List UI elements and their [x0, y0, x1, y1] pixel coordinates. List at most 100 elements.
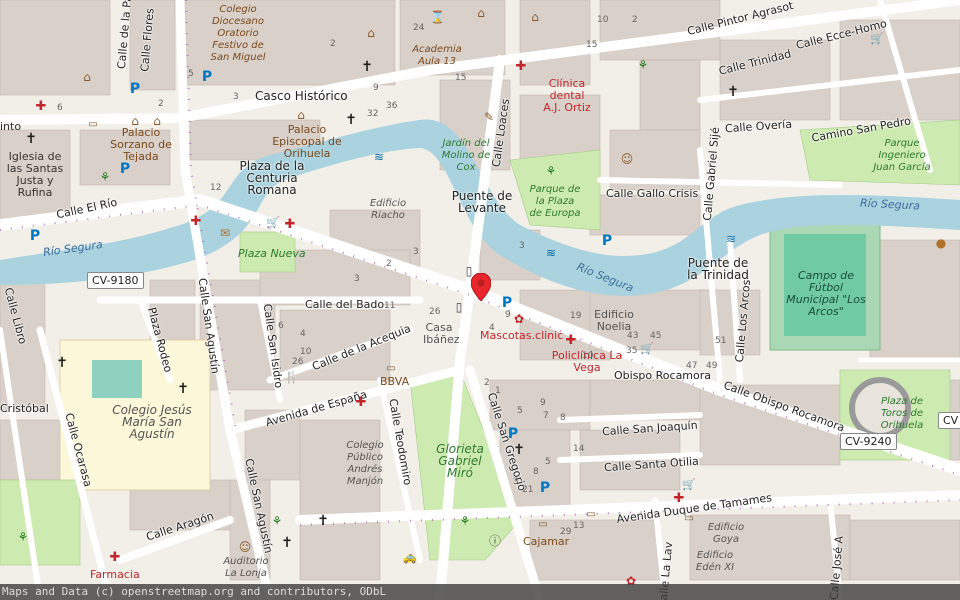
- house-number: 2: [632, 15, 638, 25]
- building-label: Palacio Episcopal de Orihuela: [272, 123, 342, 160]
- house-number: 1: [495, 386, 501, 396]
- church-icon: ✝: [513, 442, 525, 458]
- church-icon: ✝: [281, 535, 293, 551]
- house-number: 9: [505, 310, 511, 320]
- pharmacy-icon: ✚: [673, 491, 685, 506]
- place-label: Casco Histórico: [255, 89, 348, 103]
- house-number: 3: [233, 92, 239, 102]
- pharmacy-icon: ✚: [190, 214, 202, 229]
- shop-icon: 🛒: [266, 216, 280, 229]
- house-number: 8: [560, 413, 566, 423]
- veterinary-icon: ✿: [513, 312, 525, 326]
- building-label: Colegio Jesús María San Agustín: [112, 403, 192, 441]
- playground-icon: ⚘: [17, 530, 29, 544]
- church-icon: ✝: [361, 59, 373, 75]
- traffic-signal-icon: ▯: [455, 300, 463, 314]
- house-number: 6: [278, 321, 284, 331]
- pharmacy-icon: ✚: [565, 333, 577, 348]
- house-number: 26: [429, 307, 441, 317]
- building-label: Iglesia de las Santas Justa y Rufina: [6, 150, 64, 199]
- building-label: Edificio Goya: [707, 522, 745, 545]
- house-number: 13: [573, 521, 585, 531]
- street-label: Calle Gallo Crisis: [606, 187, 699, 200]
- church-icon: ✝: [317, 513, 329, 529]
- house-number: 47: [686, 361, 698, 371]
- museum-icon: ⌂: [297, 108, 305, 122]
- museum-icon: ⌂: [153, 114, 161, 128]
- house-number: 12: [210, 183, 222, 193]
- pharmacy-icon: ✚: [284, 217, 296, 232]
- house-number: 29: [560, 527, 572, 537]
- house-number: 11: [384, 301, 396, 311]
- house-number: 32: [367, 109, 379, 119]
- house-number: 15: [455, 73, 467, 83]
- church-icon: ✝: [345, 112, 357, 128]
- fountain-icon: ≋: [545, 246, 557, 260]
- post-office-icon: ✉: [219, 226, 231, 240]
- road-shield: CV-9240: [840, 433, 897, 450]
- bank-icon: ▭: [88, 119, 98, 130]
- house-number: 3: [354, 274, 360, 284]
- theatre-icon: ☺: [620, 152, 634, 166]
- playground-icon: ⚘: [271, 514, 283, 528]
- pharmacy-icon: ✚: [109, 550, 121, 565]
- pharmacy-icon: ✚: [355, 395, 367, 410]
- house-number: 36: [386, 101, 398, 111]
- street-label: Calle del Bado: [305, 298, 385, 311]
- place-label: Plaza de la Centuria Romana: [239, 159, 305, 197]
- museum-icon: ⌂: [131, 114, 139, 128]
- building-label: Casa Ibáñez: [423, 321, 460, 346]
- house-number: 45: [650, 331, 662, 341]
- parking-icon: P: [539, 480, 551, 496]
- house-number: 8: [533, 467, 539, 477]
- house-number: 6: [57, 103, 63, 113]
- park-label: Parque de la Plaza de Europa: [529, 184, 581, 219]
- building-label: Auditorio La Lonja: [223, 556, 269, 579]
- road-shield: CV-9180: [87, 272, 144, 289]
- parking-icon: P: [29, 228, 41, 244]
- shop-icon: 🛒: [682, 478, 696, 491]
- church-icon: ✝: [56, 355, 68, 371]
- museum-icon: ⌂: [367, 26, 375, 40]
- house-number: 3: [519, 241, 525, 251]
- bank-icon: ▭: [538, 519, 548, 530]
- house-number: 2: [158, 99, 164, 109]
- house-number: 43: [627, 331, 639, 341]
- hourglass-icon: ⌛: [430, 10, 445, 24]
- street-label: Cristóbal: [0, 402, 49, 415]
- house-number: 51: [715, 336, 727, 346]
- parking-icon: P: [129, 81, 141, 97]
- parking-icon: P: [507, 426, 519, 442]
- map-attribution: Maps and Data (c) openstreetmap.org and …: [0, 584, 960, 600]
- parking-icon: P: [501, 295, 513, 311]
- parking-icon: P: [119, 161, 131, 177]
- playground-icon: ⚘: [637, 58, 649, 72]
- place-label: Puente de la Trinidad: [687, 256, 749, 282]
- building-label: Academia Aula 13: [412, 44, 462, 67]
- park-label: Plaza Nueva: [238, 247, 306, 260]
- bank-icon: ▭: [586, 509, 596, 520]
- playground-icon: ⚘: [99, 170, 111, 184]
- playground-icon: ⚘: [545, 164, 557, 178]
- park-label: Campo de Fútbol Municipal "Los Arcos": [786, 269, 866, 318]
- building-label: Colegio Público Andrés Manjón: [346, 440, 384, 487]
- museum-icon: ⌂: [477, 6, 485, 20]
- map-view[interactable]: Calle Pintor Agrasot Calle Ecce-Homo Cal…: [0, 0, 960, 600]
- pharmacy-icon: ✚: [35, 99, 47, 114]
- artwork-icon: ✎: [483, 110, 495, 124]
- poi-label: Farmacia: [90, 568, 140, 581]
- shop-icon: 🛒: [640, 342, 654, 355]
- map-pin-icon[interactable]: [471, 273, 491, 301]
- house-number: 4: [489, 323, 495, 333]
- road-shield: CV: [938, 412, 960, 429]
- bank-icon: ▭: [386, 363, 396, 374]
- house-number: 3: [413, 247, 419, 257]
- house-number: 24: [413, 23, 425, 33]
- shop-icon: 🛒: [870, 32, 884, 45]
- house-number: 3: [513, 477, 519, 487]
- house-number: 2: [386, 259, 392, 269]
- park-label: Parque Ingeniero Juan García: [873, 138, 931, 173]
- house-number: 10: [582, 351, 594, 361]
- building-label: into: [0, 120, 22, 133]
- house-number: 9: [540, 398, 546, 408]
